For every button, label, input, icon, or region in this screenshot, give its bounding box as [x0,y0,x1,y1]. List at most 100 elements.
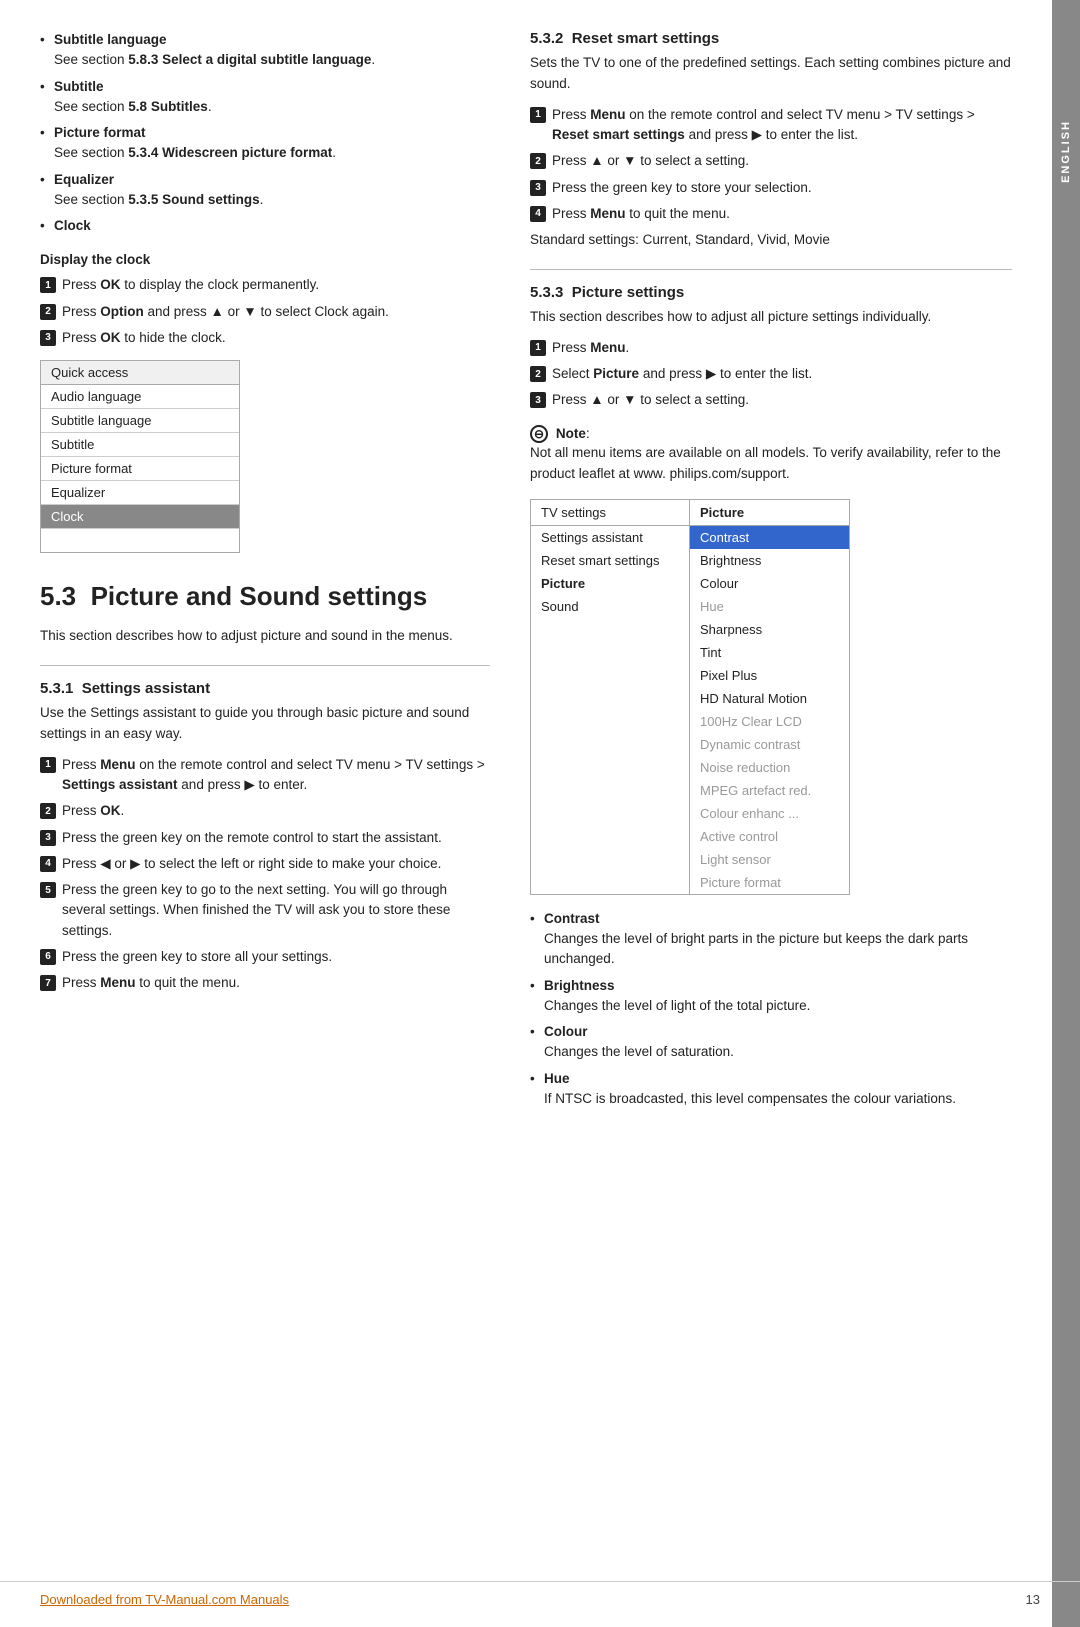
step-num-3: 3 [40,330,56,346]
s533-num-2: 2 [530,366,546,382]
s531-num-6: 6 [40,949,56,965]
s532-step-2-text: Press ▲ or ▼ to select a setting. [552,151,1012,171]
picture-item-contrast: Contrast Changes the level of bright par… [530,909,1012,970]
ts-left-4: Sound [531,595,690,618]
picture-format-detail: See section 5.3.4 Widescreen picture for… [54,145,336,160]
ts-row-5: Sharpness [531,618,849,641]
step-num-1: 1 [40,277,56,293]
s531-step-5: 5 Press the green key to go to the next … [40,880,490,941]
ts-right-2: Brightness [690,549,849,572]
qa-subtitle: Subtitle [41,433,239,457]
brightness-detail: Changes the level of light of the total … [544,998,810,1013]
clock-step-2: 2 Press Option and press ▲ or ▼ to selec… [40,302,490,322]
footer-link[interactable]: Downloaded from TV-Manual.com Manuals [40,1592,289,1607]
s531-step-2: 2 Press OK. [40,801,490,821]
tv-settings-table: TV settings Picture Settings assistant C… [530,499,850,895]
s533-step-1: 1 Press Menu. [530,338,1012,358]
ts-right-14: Active control [690,825,849,848]
s531-step-7-text: Press Menu to quit the menu. [62,973,490,993]
ts-right-7: Pixel Plus [690,664,849,687]
qa-subtitle-language: Subtitle language [41,409,239,433]
quick-access-header: Quick access [41,361,239,385]
s531-step-1: 1 Press Menu on the remote control and s… [40,755,490,796]
ts-row-13: Colour enhanc ... [531,802,849,825]
s532-step-4: 4 Press Menu to quit the menu. [530,204,1012,224]
ts-left-6 [531,641,690,664]
s531-num-1: 1 [40,757,56,773]
note-block: ⊖ Note: Not all menu items are available… [530,425,1012,485]
s532-step-3-text: Press the green key to store your select… [552,178,1012,198]
section-533-number: 5.3.3 [530,284,572,301]
s532-note: Standard settings: Current, Standard, Vi… [530,230,1012,251]
sidebar-tab: ENGLISH [1052,0,1080,1627]
s532-step-1-text: Press Menu on the remote control and sel… [552,105,1012,146]
ts-left-8 [531,687,690,710]
s533-step-2-text: Select Picture and press ▶ to enter the … [552,364,1012,384]
ts-right-4: Hue [690,595,849,618]
sidebar-label: ENGLISH [1060,120,1072,183]
ts-col1-header: TV settings [531,500,690,525]
s532-num-2: 2 [530,153,546,169]
display-clock-header: Display the clock [40,252,490,267]
clock-step-1-text: Press OK to display the clock permanentl… [62,275,490,295]
section-53-title: 5.3 Picture and Sound settings [40,581,490,612]
qa-equalizer: Equalizer [41,481,239,505]
ts-left-12 [531,779,690,802]
equalizer-label: Equalizer [54,172,114,187]
picture-item-brightness: Brightness Changes the level of light of… [530,976,1012,1017]
ts-left-15 [531,848,690,871]
section-532-intro: Sets the TV to one of the predefined set… [530,53,1012,95]
ts-left-11 [531,756,690,779]
ts-row-16: Picture format [531,871,849,894]
ts-row-4: Sound Hue [531,595,849,618]
qa-audio-language: Audio language [41,385,239,409]
left-column: Subtitle language See section 5.8.3 Sele… [40,30,520,1587]
list-item-picture-format: Picture format See section 5.3.4 Widescr… [40,123,490,164]
s531-step-5-text: Press the green key to go to the next se… [62,880,490,941]
s532-step-2: 2 Press ▲ or ▼ to select a setting. [530,151,1012,171]
ts-right-15: Light sensor [690,848,849,871]
ts-right-11: Noise reduction [690,756,849,779]
ts-right-8: HD Natural Motion [690,687,849,710]
s533-step-2: 2 Select Picture and press ▶ to enter th… [530,364,1012,384]
footer: Downloaded from TV-Manual.com Manuals 13 [0,1581,1080,1607]
ts-row-8: HD Natural Motion [531,687,849,710]
picture-format-label: Picture format [54,125,146,140]
ts-left-16 [531,871,690,894]
subtitle-language-detail: See section 5.8.3 Select a digital subti… [54,52,375,67]
s532-num-4: 4 [530,206,546,222]
section-532-number: 5.3.2 [530,30,572,47]
s531-step-4: 4 Press ◀ or ▶ to select the left or rig… [40,854,490,874]
s533-num-3: 3 [530,392,546,408]
note-label: Note [556,426,586,441]
s533-step-1-text: Press Menu. [552,338,1012,358]
qa-picture-format: Picture format [41,457,239,481]
main-content: Subtitle language See section 5.8.3 Sele… [0,0,1052,1627]
ts-left-9 [531,710,690,733]
s531-num-4: 4 [40,856,56,872]
section-53-number: 5.3 [40,581,91,611]
section-53-intro: This section describes how to adjust pic… [40,626,490,647]
divider-531 [40,665,490,666]
list-item-subtitle-language: Subtitle language See section 5.8.3 Sele… [40,30,490,71]
s532-num-3: 3 [530,180,546,196]
ts-row-1: Settings assistant Contrast [531,526,849,549]
ts-row-15: Light sensor [531,848,849,871]
s531-step-6-text: Press the green key to store all your se… [62,947,490,967]
ts-right-9: 100Hz Clear LCD [690,710,849,733]
ts-row-11: Noise reduction [531,756,849,779]
ts-right-13: Colour enhanc ... [690,802,849,825]
qa-clock: Clock [41,505,239,529]
page: ENGLISH Subtitle language See section 5.… [0,0,1080,1627]
s531-step-3-text: Press the green key on the remote contro… [62,828,490,848]
s532-num-1: 1 [530,107,546,123]
clock-label: Clock [54,218,91,233]
ts-left-3: Picture [531,572,690,595]
ts-left-14 [531,825,690,848]
s531-num-5: 5 [40,882,56,898]
section-531-number: 5.3.1 [40,680,82,697]
ts-left-7 [531,664,690,687]
picture-bullet-list: Contrast Changes the level of bright par… [530,909,1012,1109]
equalizer-detail: See section 5.3.5 Sound settings. [54,192,263,207]
ts-right-12: MPEG artefact red. [690,779,849,802]
